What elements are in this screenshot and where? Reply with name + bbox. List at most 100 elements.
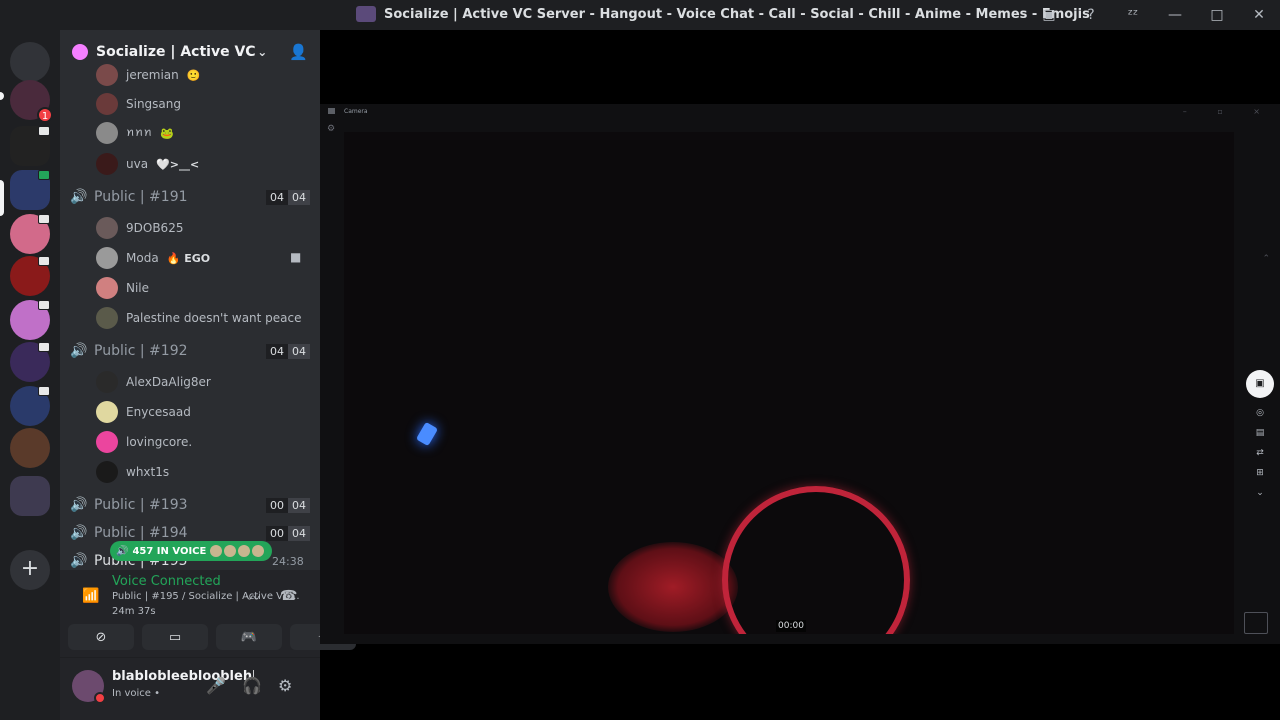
window-title-text: Socialize | Active VC Server - Hangout -… — [384, 6, 1090, 22]
status-indicator — [94, 692, 106, 704]
disconnect-icon[interactable]: ☎ — [280, 588, 297, 604]
voice-member[interactable]: whxt1s — [96, 459, 169, 485]
boost-icon — [72, 44, 88, 60]
camera-icon — [328, 108, 335, 114]
avatar — [96, 371, 118, 393]
voice-connection-panel: 📶 Voice Connected Public | #195 / Social… — [60, 570, 356, 658]
avatar — [96, 401, 118, 423]
username[interactable]: blablobleeblooblehh... — [112, 669, 254, 684]
minimize-button[interactable]: — — [1154, 7, 1196, 23]
avatar — [96, 153, 118, 175]
call-timer: 24:38 — [272, 555, 304, 568]
user-count: 00 04 — [266, 525, 310, 541]
signal-icon[interactable]: 📶 — [82, 588, 99, 604]
adjust-icon[interactable]: ⇄ — [1256, 448, 1264, 458]
user-count: 00 04 — [266, 497, 310, 513]
chevron-up-icon[interactable]: ⌃ — [1262, 254, 1270, 264]
gear-icon[interactable]: ⚙ — [327, 124, 335, 134]
window-controls[interactable]: – ▫ × — [1183, 107, 1274, 116]
guild-rail: 1 + — [0, 30, 60, 720]
document-icon[interactable]: ▤ — [1256, 428, 1265, 438]
server-name: Socialize | Active VC S... — [96, 44, 257, 60]
settings-gear-icon[interactable]: ⚙ — [278, 676, 292, 695]
avatar — [96, 307, 118, 329]
voice-channel-192[interactable]: 🔊 Public | #192 04 04 — [70, 337, 310, 365]
voice-member[interactable]: Enycesaad — [96, 399, 191, 425]
guild-icon[interactable] — [10, 428, 50, 468]
fullscreen-button[interactable] — [1244, 612, 1268, 634]
video-blue-light — [415, 421, 439, 447]
sleep-icon[interactable]: ᶻᶻ — [1112, 7, 1154, 23]
speaker-icon: 🔊 — [70, 525, 88, 541]
user-count: 04 04 — [266, 189, 310, 205]
guild-icon[interactable] — [10, 386, 50, 426]
add-server-button[interactable]: + — [10, 550, 50, 590]
speaker-icon: 🔊 — [116, 545, 129, 557]
voice-member[interactable]: uva 🤍>__< — [96, 151, 199, 177]
window-titlebar: Socialize | Active VC Server - Hangout -… — [0, 0, 1280, 30]
avatar — [96, 277, 118, 299]
guild-icon[interactable] — [10, 300, 50, 340]
noise-suppression-icon[interactable]: 〰 — [246, 588, 260, 608]
screen-share-button[interactable]: ▭ — [142, 624, 208, 650]
voice-member[interactable]: 9DOB625 — [96, 215, 183, 241]
voice-member[interactable]: AlexDaAlig8er — [96, 369, 211, 395]
selected-pill — [0, 180, 4, 216]
record-button[interactable]: ▣ — [1246, 370, 1274, 398]
close-button[interactable]: ✕ — [1238, 7, 1280, 23]
chevron-down-icon[interactable]: ⌄ — [257, 45, 267, 59]
guild-icon-socialize[interactable] — [10, 170, 50, 210]
chevron-down-icon[interactable]: ⌄ — [1256, 488, 1264, 498]
voice-channel-191[interactable]: 🔊 Public | #191 04 04 — [70, 183, 310, 211]
snapshot-icon[interactable]: ◎ — [1256, 408, 1264, 418]
unread-pill — [0, 92, 4, 100]
speaker-icon: 🔊 — [70, 343, 88, 359]
grid-icon[interactable]: ⊞ — [1256, 468, 1264, 478]
camera-off-button[interactable]: ⊘ — [68, 624, 134, 650]
speaker-icon: 🔊 — [70, 497, 88, 513]
avatar — [96, 93, 118, 115]
voice-member[interactable]: Moda 🔥 EGO — [96, 245, 210, 271]
in-voice-pill[interactable]: 🔊 457 IN VOICE — [110, 541, 273, 561]
avatar — [96, 64, 118, 86]
voice-status[interactable]: Voice Connected — [112, 574, 221, 589]
avatar — [96, 431, 118, 453]
avatar-stack — [210, 545, 265, 557]
avatar — [96, 247, 118, 269]
camera-icon: ■ — [290, 250, 302, 264]
stage-label: Camera — [344, 108, 368, 115]
activity-button[interactable]: 🎮 — [216, 624, 282, 650]
camera-video[interactable]: 00:00 — [344, 132, 1234, 634]
voice-member[interactable]: Palestine doesn't want peace — [96, 305, 302, 331]
invite-icon[interactable]: 👤 — [289, 43, 308, 61]
guild-icon[interactable] — [10, 256, 50, 296]
voice-member[interactable]: ꪀꪀꪀ 🐸 — [96, 120, 174, 146]
voice-member[interactable]: lovingcore. — [96, 429, 192, 455]
voice-member[interactable]: Singsang — [96, 91, 181, 117]
voice-channel-193[interactable]: 🔊 Public | #193 00 04 — [70, 491, 310, 519]
maximize-button[interactable]: □ — [1196, 7, 1238, 23]
avatar[interactable] — [72, 670, 106, 704]
home-discord-icon[interactable] — [10, 42, 50, 82]
help-icon[interactable]: ? — [1070, 7, 1112, 23]
user-status: In voice • — [112, 688, 161, 699]
speaker-icon: 🔊 — [70, 189, 88, 205]
guild-icon[interactable] — [10, 214, 50, 254]
avatar — [96, 122, 118, 144]
voice-member[interactable]: jeremian 🙂 — [96, 62, 200, 88]
video-timestamp: 00:00 — [776, 620, 806, 632]
guild-icon[interactable] — [10, 342, 50, 382]
speaker-icon: 🔊 — [70, 553, 88, 569]
voice-channel-link[interactable]: Public | #195 / Socialize | Active VC... — [112, 591, 300, 602]
inbox-icon[interactable]: ▣ — [1028, 7, 1070, 23]
voice-elapsed: 24m 37s — [112, 606, 156, 617]
guild-icon[interactable]: 1 — [10, 80, 53, 123]
guild-folder-icon[interactable] — [10, 476, 50, 516]
voice-member[interactable]: Nile — [96, 275, 149, 301]
guild-icon[interactable] — [10, 126, 50, 166]
user-panel: blablobleeblooblehh... In voice • 🎤 🎧 ⚙ — [60, 658, 320, 720]
headphones-icon[interactable]: 🎧 — [242, 676, 262, 695]
microphone-icon[interactable]: 🎤 — [206, 676, 226, 695]
avatar — [96, 217, 118, 239]
notification-badge: 1 — [37, 107, 53, 123]
